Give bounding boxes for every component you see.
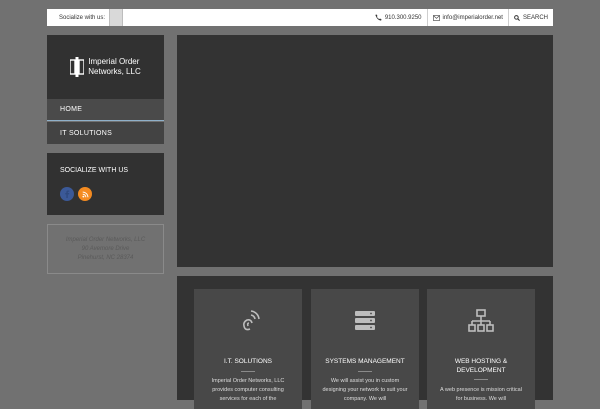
socialize-label: Socialize with us: [59, 14, 106, 21]
email-link[interactable]: info@imperialorder.net [426, 9, 508, 26]
social-icons-slot[interactable] [109, 9, 124, 26]
address-block: Imperial Order Networks, LLC 90 Avemore … [47, 224, 164, 274]
divider [358, 371, 372, 372]
service-description: A web presence is mission critical for b… [440, 387, 522, 402]
site-logo[interactable]: Imperial Order Networks, LLC [47, 35, 164, 99]
nav-item-it-solutions[interactable]: IT SOLUTIONS [47, 122, 164, 144]
phone-number: 910.300.9250 [384, 14, 422, 21]
nav-item-home[interactable]: HOME [47, 99, 164, 121]
top-bar-contact: 910.300.9250 info@imperialorder.net SEAR… [370, 9, 553, 26]
logo-text: Imperial Order Networks, LLC [88, 57, 140, 77]
phone-icon [375, 14, 382, 21]
wireless-fingerprint-icon [243, 310, 260, 331]
network-icon [468, 309, 494, 332]
address-company: Imperial Order Networks, LLC [65, 236, 146, 243]
service-title: WEB HOSTING & DEVELOPMENT [454, 358, 508, 374]
social-widget-title: SOCIALIZE WITH US [60, 167, 129, 174]
envelope-icon [432, 14, 440, 21]
server-rack-icon [355, 311, 375, 330]
nav-item-label: IT SOLUTIONS [60, 129, 113, 137]
main-nav: HOME IT SOLUTIONS [47, 99, 164, 144]
service-title: I.T. SOLUTIONS [223, 358, 273, 365]
rss-icon[interactable] [78, 187, 92, 201]
social-icons [60, 187, 92, 201]
social-widget: SOCIALIZE WITH US [47, 153, 164, 215]
search-label: SEARCH [522, 14, 548, 21]
logo-line-1: Imperial Order [88, 57, 140, 66]
service-card-web-hosting[interactable]: WEB HOSTING & DEVELOPMENT A web presence… [427, 289, 535, 409]
email-address: info@imperialorder.net [442, 14, 503, 21]
phone-link[interactable]: 910.300.9250 [370, 9, 427, 26]
service-card-it-solutions[interactable]: I.T. SOLUTIONS Imperial Order Networks, … [194, 289, 302, 409]
service-title: SYSTEMS MANAGEMENT [325, 358, 405, 365]
divider [474, 379, 488, 380]
address-city: Pinehurst, NC 28374 [77, 254, 134, 261]
hero-banner [177, 35, 553, 267]
services-section: I.T. SOLUTIONS Imperial Order Networks, … [177, 276, 553, 409]
top-bar: Socialize with us: 910.300.9250 info@imp… [47, 9, 553, 26]
nav-item-label: HOME [60, 106, 83, 113]
divider [241, 371, 255, 372]
facebook-icon[interactable] [60, 187, 74, 201]
search-icon [514, 14, 520, 21]
service-card-systems-management[interactable]: SYSTEMS MANAGEMENT We will assist you in… [311, 289, 419, 409]
search-button[interactable]: SEARCH [507, 9, 553, 26]
logo-line-2: Networks, LLC [88, 67, 141, 76]
address-street: 90 Avemore Drive [81, 245, 130, 252]
logo-mark-icon [70, 57, 85, 77]
